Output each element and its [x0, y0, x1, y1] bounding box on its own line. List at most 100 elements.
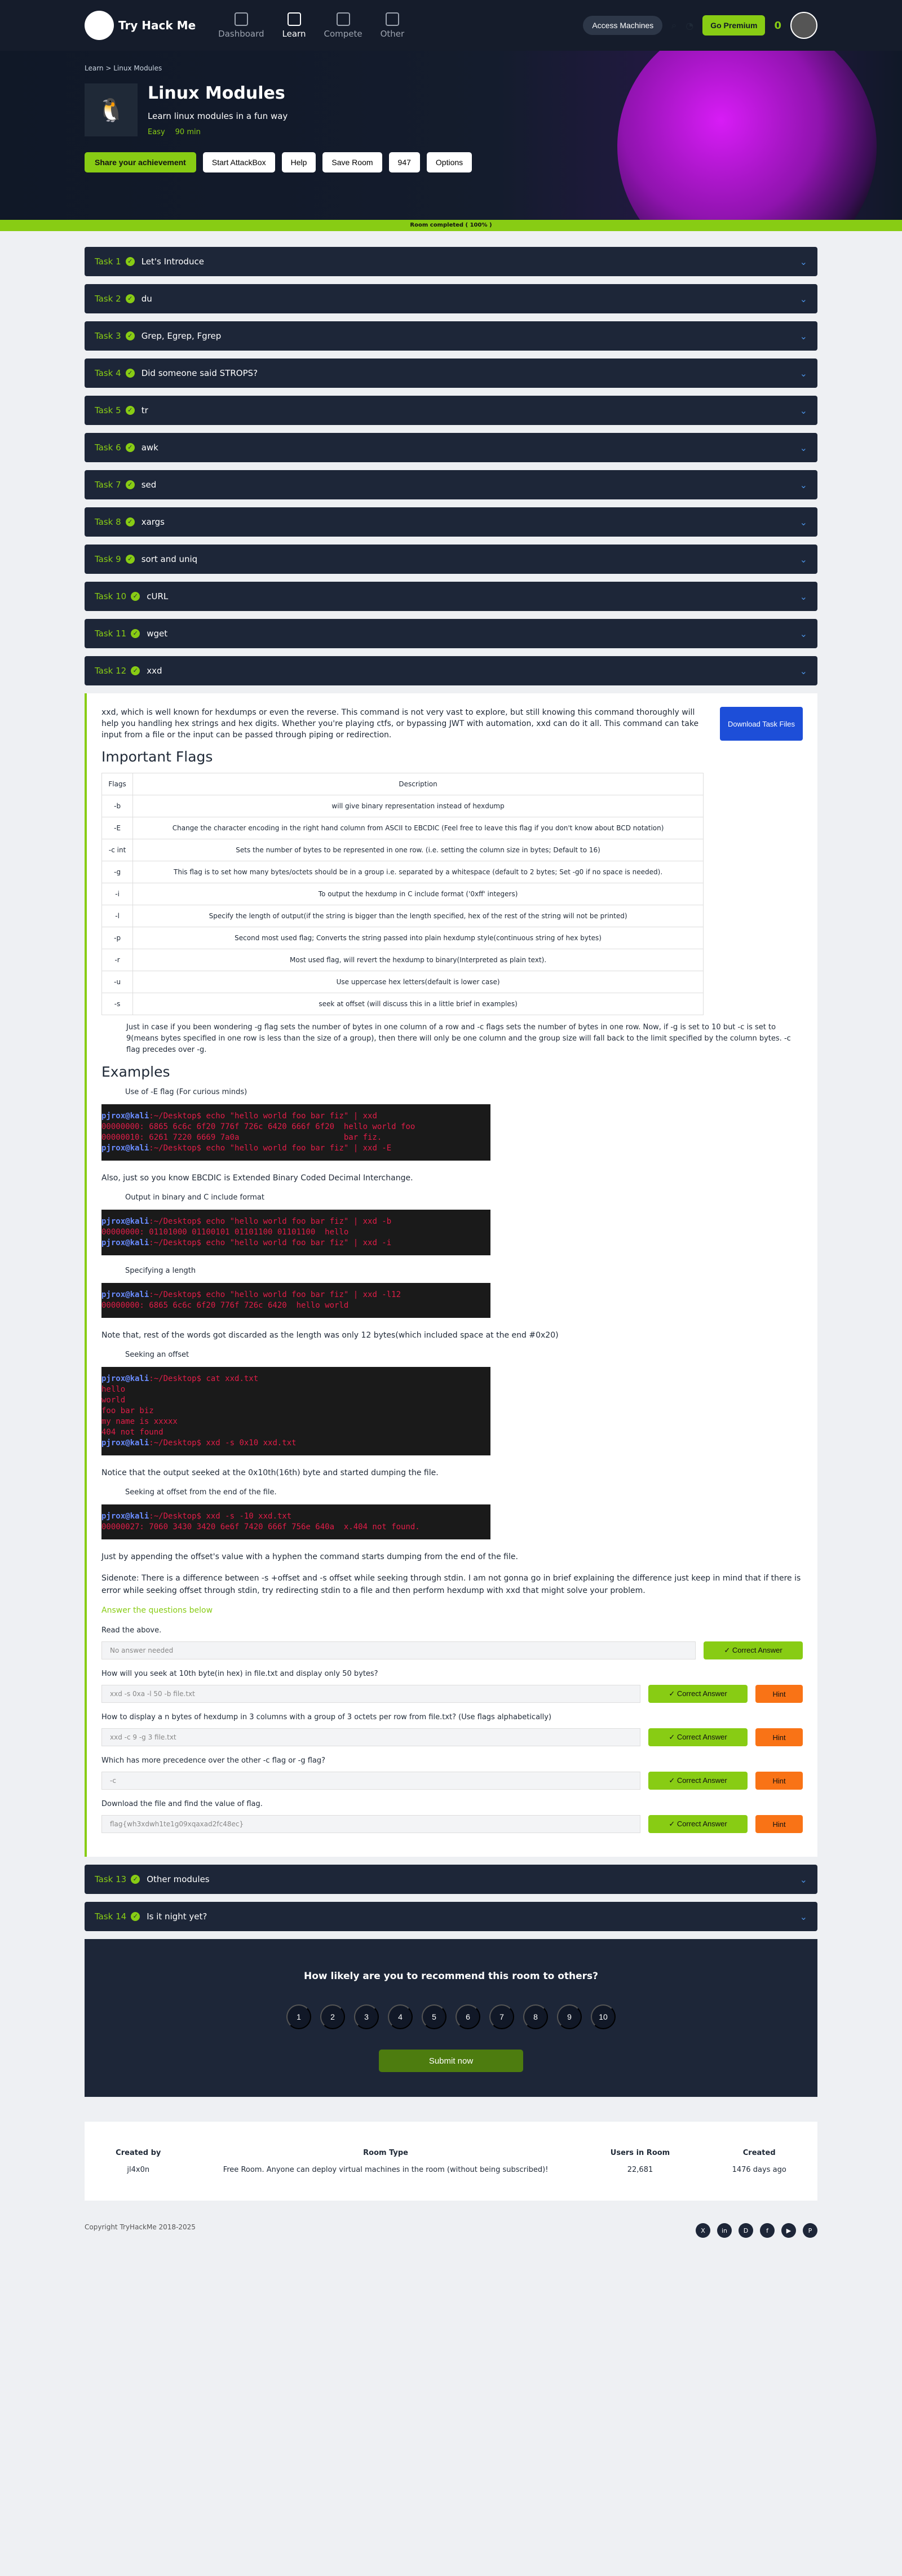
example-note: Notice that the output seeked at the 0x1… [101, 1468, 439, 1477]
rating-button[interactable]: 10 [591, 2004, 616, 2029]
x-icon[interactable]: X [696, 2223, 710, 2238]
rating-button[interactable]: 3 [354, 2004, 379, 2029]
example-note: Note that, rest of the words got discard… [101, 1331, 559, 1340]
rating-button[interactable]: 7 [489, 2004, 514, 2029]
task-row[interactable]: Task 3 ✓ Grep, Egrep, Fgrep ⌄ [85, 321, 817, 351]
chevron-down-icon[interactable]: ⌄ [800, 294, 807, 304]
task-row[interactable]: Task 7 ✓ sed ⌄ [85, 470, 817, 499]
task-row[interactable]: Task 11 ✓ wget ⌄ [85, 619, 817, 648]
discord-icon[interactable]: D [739, 2223, 753, 2238]
correct-answer-button[interactable]: ✓ Correct Answer [648, 1685, 748, 1703]
chevron-down-icon[interactable]: ⌄ [800, 405, 807, 416]
pinterest-icon[interactable]: P [803, 2223, 817, 2238]
flags-table-row: -r Most used flag, will revert the hexdum… [101, 949, 704, 971]
example-bullet: Output in binary and C include format [125, 1193, 264, 1202]
answer-field[interactable]: No answer needed [101, 1641, 696, 1659]
completed-check-icon: ✓ [131, 1912, 140, 1921]
youtube-icon[interactable]: ▶ [781, 2223, 796, 2238]
hint-button[interactable]: Hint [755, 1728, 803, 1746]
nav-dashboard[interactable]: Dashboard [218, 12, 264, 39]
chevron-down-icon[interactable]: ⌄ [800, 480, 807, 490]
task-row[interactable]: Task 12 ✓ xxd ⌄ [85, 656, 817, 685]
rating-button[interactable]: 5 [422, 2004, 446, 2029]
room-title: Linux Modules [148, 83, 285, 103]
answer-field[interactable]: flag{wh3xdwh1te1g09xqaxad2fc48ec} [101, 1815, 640, 1833]
streak-count: 0 [774, 19, 781, 32]
answer-field[interactable]: xxd -s 0xa -l 50 -b file.txt [101, 1685, 640, 1703]
task-row[interactable]: Task 9 ✓ sort and uniq ⌄ [85, 545, 817, 574]
completed-check-icon: ✓ [125, 443, 135, 452]
start-attackbox-button[interactable]: Start AttackBox [202, 152, 275, 172]
flag-note: Just in case if you been wondering -g fl… [126, 1023, 791, 1054]
hint-button[interactable]: Hint [755, 1815, 803, 1833]
correct-answer-button[interactable]: ✓ Correct Answer [648, 1728, 748, 1746]
task-row[interactable]: Task 6 ✓ awk ⌄ [85, 433, 817, 462]
task-row[interactable]: Task 2 ✓ du ⌄ [85, 284, 817, 313]
nav-learn[interactable]: Learn [282, 12, 306, 39]
answer-field[interactable]: xxd -c 9 -g 3 file.txt [101, 1728, 640, 1746]
task-row[interactable]: Task 14 ✓ Is it night yet? ⌄ [85, 1902, 817, 1931]
go-premium-button[interactable]: Go Premium [702, 15, 766, 36]
task-row[interactable]: Task 8 ✓ xargs ⌄ [85, 507, 817, 537]
chevron-down-icon[interactable]: ⌄ [800, 1911, 807, 1922]
notification-icon[interactable]: ◔ [686, 20, 693, 31]
room-type-value: Free Room. Anyone can deploy virtual mac… [223, 2165, 549, 2174]
rating-button[interactable]: 9 [557, 2004, 582, 2029]
chevron-down-icon[interactable]: ⌄ [800, 666, 807, 676]
download-task-files-button[interactable]: Download Task Files [720, 707, 803, 741]
like-count-button[interactable]: 947 [388, 152, 420, 172]
options-button[interactable]: Options [426, 152, 472, 172]
chevron-down-icon[interactable]: ⌄ [800, 554, 807, 565]
correct-answer-button[interactable]: ✓ Correct Answer [648, 1772, 748, 1790]
linkedin-icon[interactable]: in [717, 2223, 732, 2238]
hint-button[interactable]: Hint [755, 1772, 803, 1790]
task-row[interactable]: Task 5 ✓ tr ⌄ [85, 396, 817, 425]
rating-button[interactable]: 4 [388, 2004, 413, 2029]
terminal-screenshot: pjrox@kali:~/Desktop$ echo "hello world … [101, 1210, 490, 1255]
rating-button[interactable]: 1 [286, 2004, 311, 2029]
dashboard-icon [234, 12, 248, 26]
task-row[interactable]: Task 1 ✓ Let's Introduce ⌄ [85, 247, 817, 276]
creator-link[interactable]: jl4x0n [127, 2166, 149, 2174]
chevron-down-icon[interactable]: ⌄ [800, 331, 807, 342]
flags-table-row: -u Use uppercase hex letters(default is l… [101, 971, 704, 993]
correct-answer-button[interactable]: ✓ Correct Answer [704, 1641, 803, 1659]
facebook-icon[interactable]: f [760, 2223, 775, 2238]
chevron-down-icon[interactable]: ⌄ [800, 628, 807, 639]
example-bullet: Seeking at offset from the end of the fi… [125, 1488, 277, 1497]
nav-compete[interactable]: Compete [324, 12, 362, 39]
examples-heading: Examples [101, 1064, 170, 1080]
flags-table-row: -g This flag is to set how many bytes/oct… [101, 861, 704, 883]
learn-icon [287, 12, 301, 26]
submit-feedback-button[interactable]: Submit now [379, 2050, 523, 2072]
chevron-down-icon[interactable]: ⌄ [800, 517, 807, 528]
completed-check-icon: ✓ [125, 369, 135, 378]
help-button[interactable]: Help [281, 152, 316, 172]
flags-table-row: -b will give binary representation instea… [101, 795, 704, 817]
room-banner-orb [617, 51, 877, 220]
completed-check-icon: ✓ [131, 1875, 140, 1884]
rating-button[interactable]: 8 [523, 2004, 548, 2029]
rating-button[interactable]: 2 [320, 2004, 345, 2029]
access-machines-button[interactable]: Access Machines [583, 16, 663, 35]
task-row[interactable]: Task 10 ✓ cURL ⌄ [85, 582, 817, 611]
chevron-down-icon[interactable]: ⌄ [800, 442, 807, 453]
user-avatar[interactable] [790, 12, 817, 39]
save-room-button[interactable]: Save Room [322, 152, 382, 172]
tryhackme-logo[interactable]: Try Hack Me [85, 11, 196, 40]
rating-button[interactable]: 6 [456, 2004, 480, 2029]
share-achievement-button[interactable]: Share your achievement [85, 152, 196, 172]
correct-answer-button[interactable]: ✓ Correct Answer [648, 1815, 748, 1833]
example-bullet: Use of -E flag (For curious minds) [125, 1088, 247, 1096]
hint-button[interactable]: Hint [755, 1685, 803, 1703]
chevron-down-icon[interactable]: ⌄ [800, 368, 807, 379]
search-icon[interactable]: ⌕ [671, 20, 676, 31]
terminal-screenshot: pjrox@kali:~/Desktop$ echo "hello world … [101, 1104, 490, 1161]
chevron-down-icon[interactable]: ⌄ [800, 591, 807, 602]
chevron-down-icon[interactable]: ⌄ [800, 256, 807, 267]
nav-other[interactable]: Other [381, 12, 404, 39]
chevron-down-icon[interactable]: ⌄ [800, 1874, 807, 1885]
answer-field[interactable]: -c [101, 1772, 640, 1790]
task-row[interactable]: Task 13 ✓ Other modules ⌄ [85, 1865, 817, 1894]
task-row[interactable]: Task 4 ✓ Did someone said STROPS? ⌄ [85, 358, 817, 388]
